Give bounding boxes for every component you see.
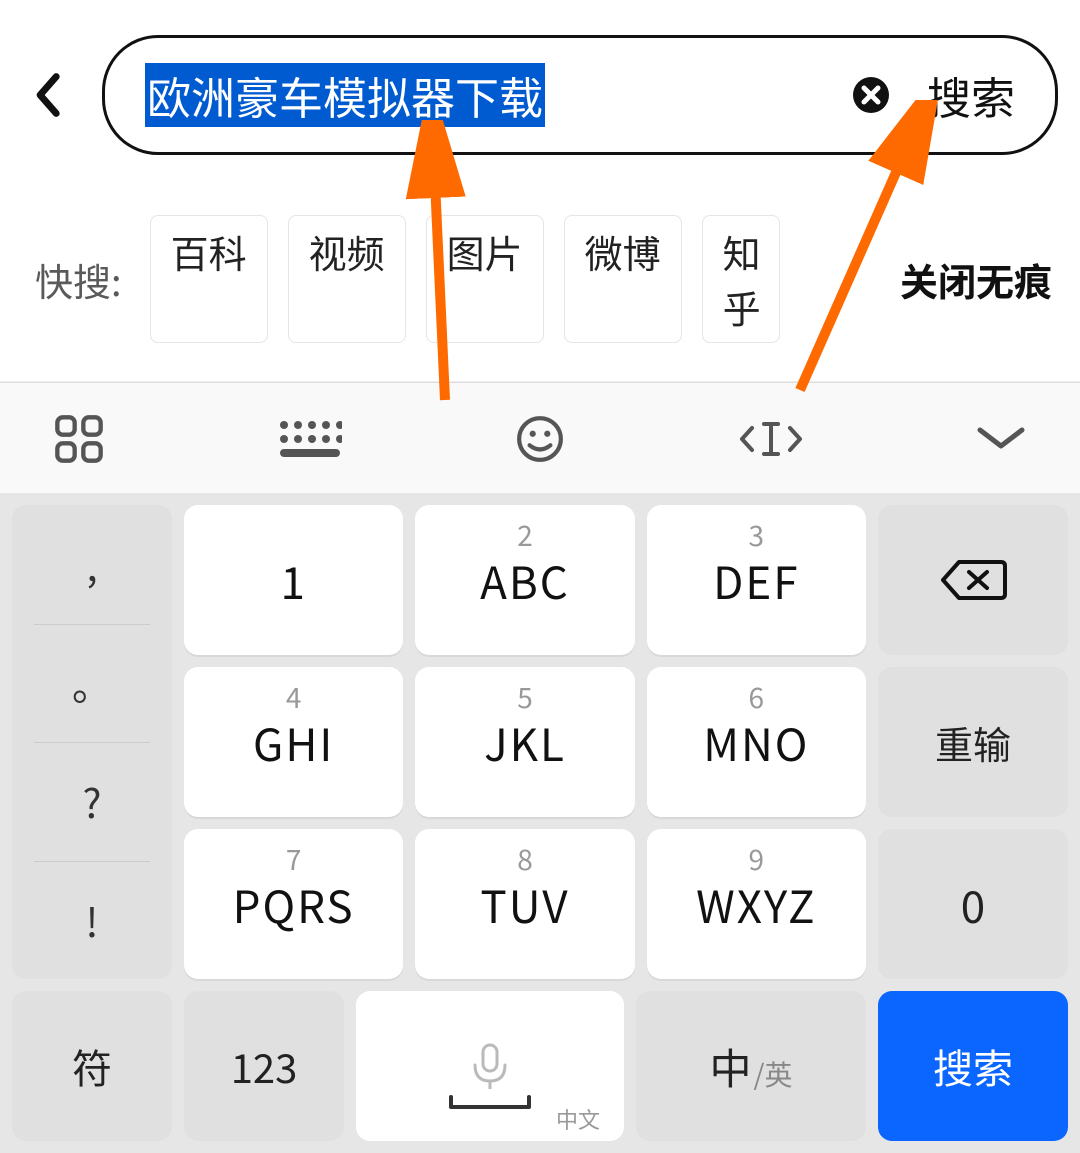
- key-6-mno[interactable]: 6 MNO: [647, 667, 866, 817]
- grid-icon: [53, 413, 105, 465]
- key-3-def[interactable]: 3 DEF: [647, 505, 866, 655]
- keyboard: , 。 ? ! 1 2 ABC 3 DEF 4 GHI 5: [0, 493, 1080, 1153]
- key-5-jkl[interactable]: 5 JKL: [415, 667, 634, 817]
- chevron-down-icon: [974, 424, 1028, 454]
- key-2-abc[interactable]: 2 ABC: [415, 505, 634, 655]
- quick-chip[interactable]: 百科: [150, 215, 268, 343]
- space-key[interactable]: 中文: [356, 991, 624, 1141]
- key-4-ghi[interactable]: 4 GHI: [184, 667, 403, 817]
- quick-search-label: 快搜:: [35, 252, 122, 307]
- quick-chip-wrap: 百科 视频 图片 微博 知乎: [150, 215, 876, 343]
- cursor-move-button[interactable]: [736, 416, 806, 462]
- close-incognito-button[interactable]: 关闭无痕: [900, 252, 1052, 307]
- search-input[interactable]: 欧洲豪车模拟器下载: [145, 63, 821, 127]
- space-sublabel: 中文: [556, 1103, 600, 1135]
- emoji-button[interactable]: [505, 414, 575, 464]
- space-icon: [445, 1093, 535, 1113]
- quick-chip[interactable]: 视频: [288, 215, 406, 343]
- key-9-wxyz[interactable]: 9 WXYZ: [647, 829, 866, 979]
- clear-button[interactable]: [849, 73, 893, 117]
- search-field-wrap: 欧洲豪车模拟器下载 搜索: [102, 35, 1058, 155]
- apps-button[interactable]: [44, 413, 114, 465]
- keyboard-toolbar: [0, 382, 1080, 493]
- quick-chip[interactable]: 图片: [426, 215, 544, 343]
- keyboard-switch-button[interactable]: [275, 419, 345, 459]
- reinput-key[interactable]: 重输: [878, 667, 1068, 817]
- key-7-pqrs[interactable]: 7 PQRS: [184, 829, 403, 979]
- keyboard-search-key[interactable]: 搜索: [878, 991, 1068, 1141]
- collapse-keyboard-button[interactable]: [966, 424, 1036, 454]
- language-key[interactable]: 中/英: [636, 991, 866, 1141]
- quick-chip[interactable]: 知乎: [702, 215, 780, 343]
- back-button[interactable]: [22, 72, 72, 118]
- zero-key[interactable]: 0: [878, 829, 1068, 979]
- punctuation-sidebar: , 。 ? !: [12, 505, 172, 979]
- top-search-bar: 欧洲豪车模拟器下载 搜索: [0, 0, 1080, 185]
- smile-icon: [515, 414, 565, 464]
- chevron-left-icon: [32, 72, 62, 118]
- punct-key-period[interactable]: 。: [12, 624, 172, 743]
- key-1[interactable]: 1: [184, 505, 403, 655]
- punct-key-question[interactable]: ?: [12, 742, 172, 861]
- num-mode-key[interactable]: 123: [184, 991, 344, 1141]
- symbol-key[interactable]: 符: [12, 991, 172, 1141]
- search-input-text: 欧洲豪车模拟器下载: [145, 63, 545, 127]
- punct-key-comma[interactable]: ,: [12, 505, 172, 624]
- backspace-icon: [939, 556, 1007, 604]
- text-cursor-icon: [736, 416, 806, 462]
- search-button[interactable]: 搜索: [921, 63, 1021, 127]
- close-circle-icon: [851, 75, 891, 115]
- backspace-key[interactable]: [878, 505, 1068, 655]
- quick-search-row: 快搜: 百科 视频 图片 微博 知乎 关闭无痕: [0, 185, 1080, 382]
- quick-chip[interactable]: 微博: [564, 215, 682, 343]
- punct-key-exclaim[interactable]: !: [12, 861, 172, 980]
- keyboard-icon: [278, 419, 342, 459]
- mic-icon: [463, 1039, 517, 1093]
- key-8-tuv[interactable]: 8 TUV: [415, 829, 634, 979]
